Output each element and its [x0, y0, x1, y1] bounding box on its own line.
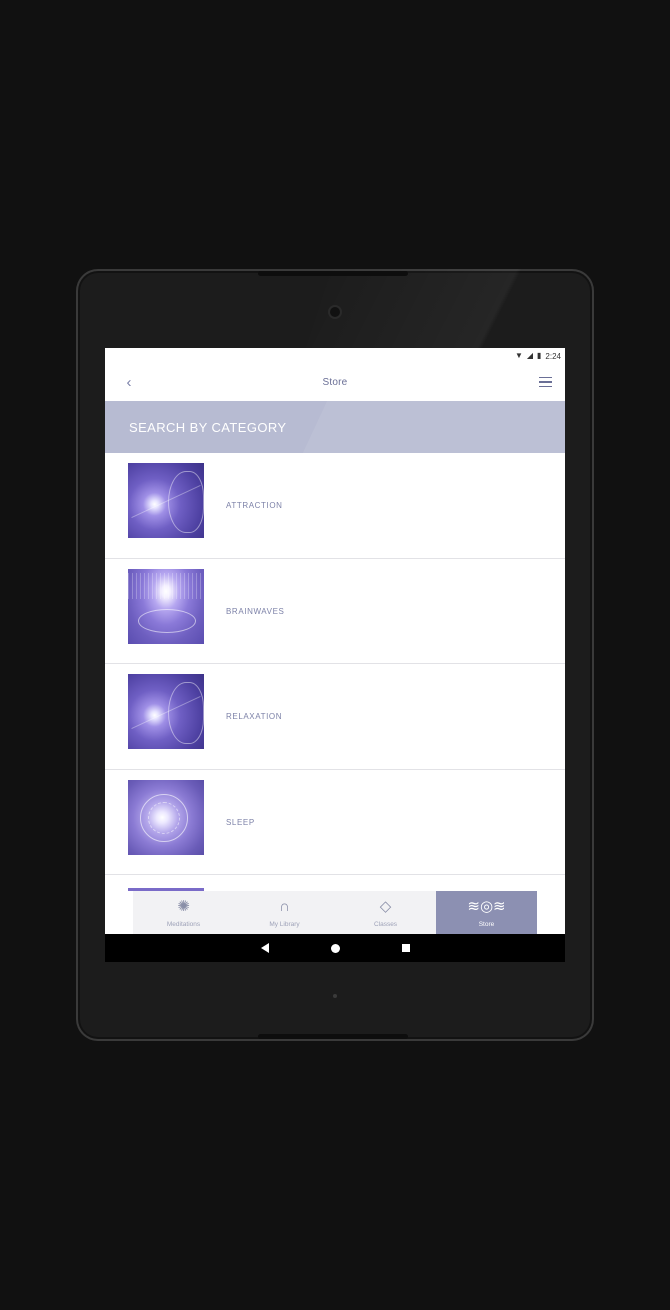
- menu-button[interactable]: [539, 374, 555, 390]
- back-button[interactable]: ‹: [119, 372, 139, 392]
- light-sensor: [333, 994, 337, 998]
- nav-tab-label: My Library: [269, 921, 300, 928]
- category-thumbnail: [128, 674, 204, 749]
- nav-tab-label: Store: [478, 921, 495, 928]
- nav-tab-store[interactable]: ≋◎≋ Store: [436, 891, 537, 934]
- system-recents-icon[interactable]: [401, 944, 410, 952]
- chevron-left-icon: ‹: [126, 373, 132, 391]
- hamburger-menu-icon-line: [539, 376, 552, 379]
- category-item-relaxation[interactable]: RELAXATION: [105, 664, 565, 770]
- hamburger-menu-icon-line: [539, 381, 552, 383]
- system-home-icon[interactable]: [330, 943, 340, 953]
- system-back-icon[interactable]: [260, 943, 269, 953]
- category-header-banner: SEARCH BY CATEGORY: [105, 401, 565, 453]
- speaker-grille-bottom: [258, 1034, 408, 1039]
- mandala-icon: ✺: [177, 898, 190, 915]
- nav-tab-label: Classes: [373, 921, 398, 928]
- status-bar: ▼ ◢ ▮ 2:24: [105, 348, 565, 364]
- device-screen: ▼ ◢ ▮ 2:24 ‹ Store SEARCH BY CATEGORY AT…: [105, 348, 565, 962]
- category-thumbnail: [128, 568, 204, 644]
- app-bar: ‹ Store: [105, 364, 565, 401]
- category-list: ATTRACTION BRAINWAVES RELAXATION SLEEP: [105, 453, 565, 875]
- front-camera: [330, 307, 340, 317]
- category-header-title: SEARCH BY CATEGORY: [129, 420, 287, 435]
- nav-tab-label: Meditations: [166, 921, 201, 928]
- nav-tab-classes[interactable]: ◇ Classes: [335, 891, 436, 934]
- category-item-sleep[interactable]: SLEEP: [105, 770, 565, 875]
- category-item-brainwaves[interactable]: BRAINWAVES: [105, 559, 565, 664]
- speaker-grille-top: [258, 271, 408, 276]
- bottom-navigation: ✺ Meditations ∩ My Library ◇ Classes ≋◎≋…: [133, 891, 537, 934]
- category-thumbnail: [128, 779, 204, 855]
- category-item-attraction[interactable]: ATTRACTION: [105, 453, 565, 559]
- page-title: Store: [322, 377, 348, 388]
- category-thumbnail: [128, 463, 204, 538]
- nav-tab-my-library[interactable]: ∩ My Library: [234, 891, 335, 934]
- status-time: 2:24: [545, 351, 561, 361]
- wifi-icon: ▼: [514, 351, 523, 360]
- system-navigation-bar: [105, 934, 565, 962]
- headphones-icon: ∩: [279, 898, 290, 915]
- hamburger-menu-icon-line: [539, 385, 552, 388]
- battery-icon: ▮: [537, 351, 542, 360]
- category-label: ATTRACTION: [226, 501, 283, 510]
- signal-icon: ◢: [526, 351, 534, 360]
- category-label: BRAINWAVES: [226, 606, 285, 616]
- store-wave-icon: ≋◎≋: [467, 898, 506, 915]
- category-label: SLEEP: [226, 817, 255, 827]
- graduation-cap-icon: ◇: [379, 898, 392, 915]
- category-label: RELAXATION: [226, 712, 283, 721]
- nav-tab-meditations[interactable]: ✺ Meditations: [133, 891, 234, 934]
